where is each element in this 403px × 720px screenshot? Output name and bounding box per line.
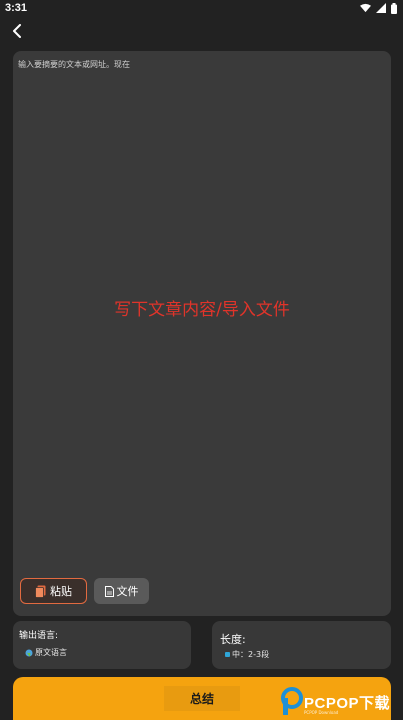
watermark-logo: PCPOP下载 PCPOP Download [280, 684, 403, 720]
file-button-label: 文件 [116, 585, 139, 598]
file-button[interactable]: 文件 [94, 578, 149, 604]
wifi-icon [360, 3, 371, 13]
length-indicator-icon [225, 652, 230, 657]
file-icon [104, 585, 114, 597]
pcpop-logo-icon [281, 687, 303, 715]
output-language-title: 输出语言: [19, 631, 59, 641]
output-language-value-row: 原文语言 [25, 647, 67, 658]
back-button[interactable] [6, 20, 28, 42]
text-editor[interactable]: 输入要摘要的文本或网址。现在 写下文章内容/导入文件 粘贴 文件 [13, 51, 391, 616]
paste-button-label: 粘贴 [50, 585, 72, 598]
signal-icon [376, 3, 386, 13]
back-icon [13, 24, 21, 38]
globe-icon [25, 649, 33, 656]
summarize-button-label: 总结 [163, 686, 240, 711]
editor-placeholder: 输入要摘要的文本或网址。现在 [18, 60, 130, 69]
battery-icon [391, 2, 397, 14]
paste-button[interactable]: 粘贴 [20, 578, 87, 604]
length-title: 长度: [220, 633, 246, 646]
watermark-sub: PCPOP Download [304, 710, 339, 715]
editor-center-hint: 写下文章内容/导入文件 [114, 300, 290, 320]
status-bar: 3:31 [0, 0, 403, 16]
clipboard-icon [35, 585, 46, 598]
status-time: 3:31 [5, 2, 28, 14]
output-language-value: 原文语言 [35, 648, 67, 657]
length-value: 中：2-3段 [232, 650, 270, 659]
output-language-selector[interactable]: 输出语言: 原文语言 [13, 621, 191, 669]
status-icons [360, 2, 397, 14]
length-value-row: 中：2-3段 [225, 649, 269, 660]
length-selector[interactable]: 长度: 中：2-3段 [212, 621, 391, 669]
